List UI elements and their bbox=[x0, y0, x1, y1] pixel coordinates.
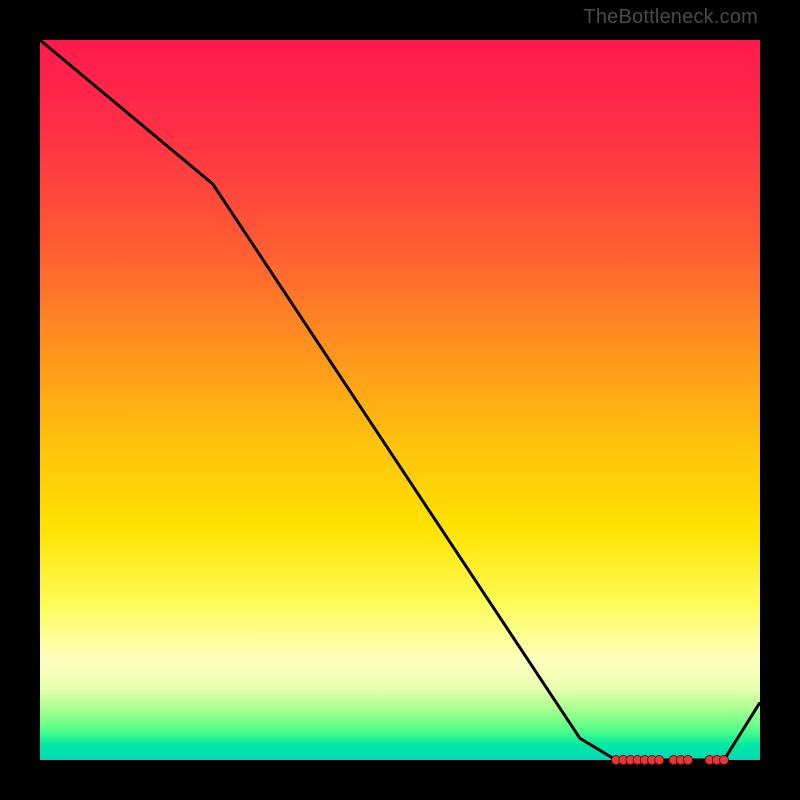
marker-point bbox=[684, 756, 693, 765]
chart-frame: TheBottleneck.com bbox=[0, 0, 800, 800]
chart-svg bbox=[40, 40, 760, 760]
marker-point bbox=[720, 756, 729, 765]
series-markers bbox=[612, 756, 729, 765]
marker-point bbox=[655, 756, 664, 765]
series-line bbox=[40, 40, 760, 760]
attribution-label: TheBottleneck.com bbox=[583, 6, 758, 29]
plot-area bbox=[40, 40, 760, 760]
